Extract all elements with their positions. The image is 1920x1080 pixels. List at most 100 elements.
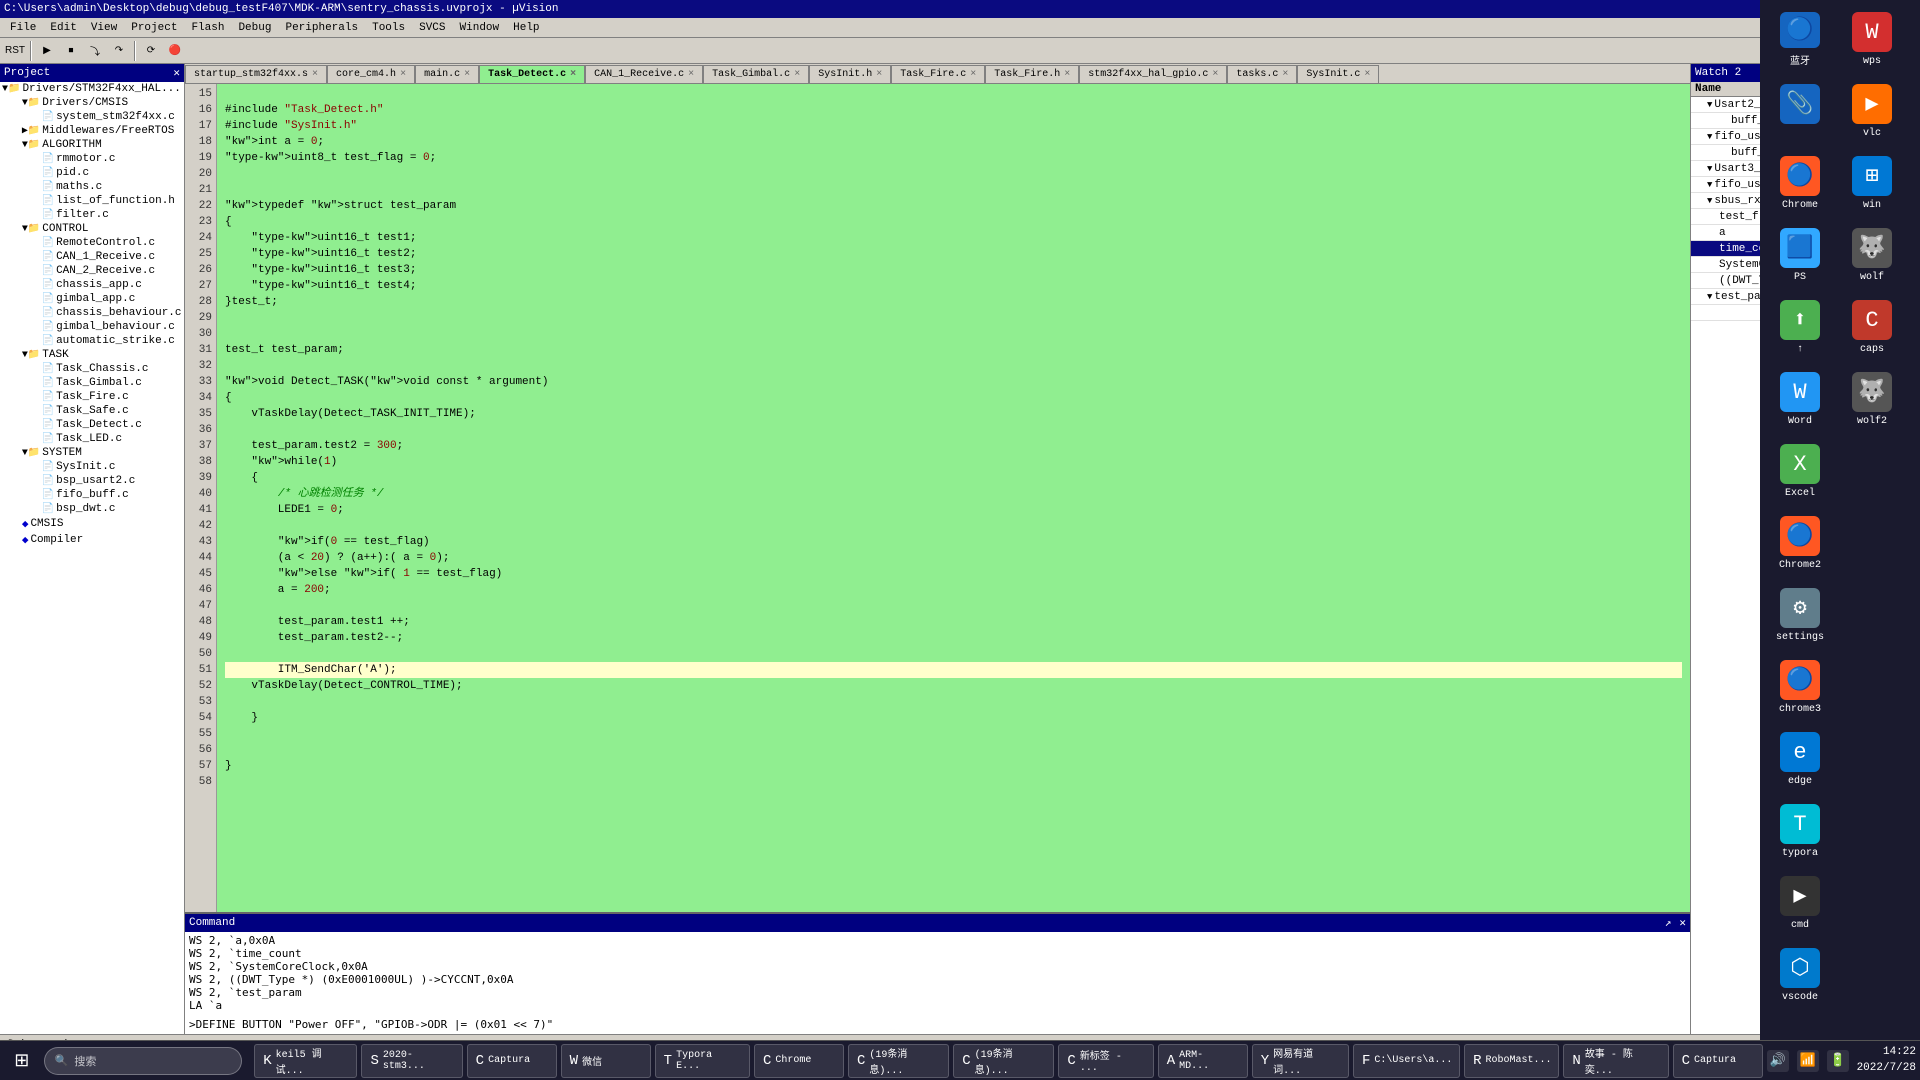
tree-item-pid.c[interactable]: 📄pid.c: [0, 166, 184, 180]
tab-core_cm4-h[interactable]: core_cm4.h×: [327, 65, 415, 83]
tab-Task_Fire-c[interactable]: Task_Fire.c×: [891, 65, 985, 83]
watch-enter-expr[interactable]: [1695, 306, 1703, 320]
toolbar-btn-bp[interactable]: 🔴: [164, 40, 186, 62]
menu-item-debug[interactable]: Debug: [232, 21, 277, 35]
tab-close[interactable]: ×: [876, 69, 882, 80]
tree-item-sysinit.c[interactable]: 📄SysInit.c: [0, 460, 184, 474]
taskbar-app-1[interactable]: S2020-stm3...: [361, 1044, 462, 1078]
menu-item-window[interactable]: Window: [454, 21, 506, 35]
menu-item-file[interactable]: File: [4, 21, 42, 35]
tab-close[interactable]: ×: [400, 69, 406, 80]
desktop-icon-4[interactable]: ⬆ ↑: [1768, 296, 1832, 360]
watch-expand-12[interactable]: ▼: [1707, 292, 1712, 302]
taskbar-app-8[interactable]: C新标签 - ...: [1058, 1044, 1153, 1078]
tab-main-c[interactable]: main.c×: [415, 65, 479, 83]
menu-item-edit[interactable]: Edit: [44, 21, 82, 35]
time-display[interactable]: 14:22 2022/7/28: [1857, 1045, 1916, 1076]
desktop-icon-14[interactable]: W wps: [1840, 8, 1904, 72]
tab-close[interactable]: ×: [1064, 69, 1070, 80]
tree-item-can_2_receive.c[interactable]: 📄CAN_2_Receive.c: [0, 264, 184, 278]
tab-Task_Detect-c[interactable]: Task_Detect.c×: [479, 65, 585, 83]
taskbar-app-10[interactable]: Y网易有道词...: [1252, 1044, 1349, 1078]
tab-Task_Fire-h[interactable]: Task_Fire.h×: [985, 65, 1079, 83]
toolbar-btn-reset[interactable]: ⟳: [140, 40, 162, 62]
tab-close[interactable]: ×: [1212, 69, 1218, 80]
toolbar-btn-stop[interactable]: ⏹: [60, 40, 82, 62]
tab-close[interactable]: ×: [312, 69, 318, 80]
menu-item-flash[interactable]: Flash: [185, 21, 230, 35]
watch-expand-6[interactable]: ▼: [1707, 196, 1712, 206]
tab-close[interactable]: ×: [970, 69, 976, 80]
code-container[interactable]: 1516171819202122232425262728293031323334…: [185, 84, 1690, 912]
tree-item-rmmotor.c[interactable]: 📄rmmotor.c: [0, 152, 184, 166]
desktop-icon-1[interactable]: 📎: [1768, 80, 1832, 144]
desktop-icon-12[interactable]: ▶ cmd: [1768, 872, 1832, 936]
menu-item-svcs[interactable]: SVCS: [413, 21, 451, 35]
tree-item-fifo_buff.c[interactable]: 📄fifo_buff.c: [0, 488, 184, 502]
taskbar-app-14[interactable]: CCaptura: [1673, 1044, 1763, 1078]
tree-item-drivers/stm32f4xx_hal...[interactable]: ▼📁Drivers/STM32F4xx_HAL...: [0, 82, 184, 96]
watch-expand-4[interactable]: ▼: [1707, 164, 1712, 174]
tab-SysInit-c[interactable]: SysInit.c×: [1297, 65, 1379, 83]
desktop-icon-10[interactable]: e edge: [1768, 728, 1832, 792]
desktop-icon-9[interactable]: 🔵 chrome3: [1768, 656, 1832, 720]
taskbar-search[interactable]: 🔍 搜索: [44, 1047, 243, 1075]
tab-close[interactable]: ×: [464, 69, 470, 80]
sys-icon-3[interactable]: 🔋: [1827, 1050, 1849, 1072]
tree-item-automatic_strike.c[interactable]: 📄automatic_strike.c: [0, 334, 184, 348]
menu-item-help[interactable]: Help: [507, 21, 545, 35]
desktop-icon-3[interactable]: 🟦 PS: [1768, 224, 1832, 288]
menu-item-tools[interactable]: Tools: [366, 21, 411, 35]
taskbar-app-7[interactable]: C(19条消息)...: [953, 1044, 1054, 1078]
command-input[interactable]: [185, 1014, 1690, 1034]
desktop-icon-15[interactable]: ▶ vlc: [1840, 80, 1904, 144]
toolbar-btn-step[interactable]: ⤵: [84, 40, 106, 62]
tree-item-middlewares/freertos[interactable]: ▶📁Middlewares/FreeRTOS: [0, 124, 184, 138]
toolbar-btn-run[interactable]: ▶: [36, 40, 58, 62]
desktop-icon-18[interactable]: C caps: [1840, 296, 1904, 360]
taskbar-app-0[interactable]: Kkeil5 调试...: [254, 1044, 357, 1078]
tree-item-system_stm32f4xx.c[interactable]: 📄system_stm32f4xx.c: [0, 110, 184, 124]
tab-SysInit-h[interactable]: SysInit.h×: [809, 65, 891, 83]
taskbar-app-6[interactable]: C(19条消息)...: [848, 1044, 949, 1078]
desktop-icon-13[interactable]: ⬡ vscode: [1768, 944, 1832, 1008]
menu-item-project[interactable]: Project: [125, 21, 183, 35]
desktop-icon-19[interactable]: 🐺 wolf2: [1840, 368, 1904, 432]
code-content[interactable]: #include "Task_Detect.h"#include "SysIni…: [217, 84, 1690, 912]
desktop-icon-17[interactable]: 🐺 wolf: [1840, 224, 1904, 288]
taskbar-app-5[interactable]: CChrome: [754, 1044, 844, 1078]
tree-item-algorithm[interactable]: ▼📁ALGORITHM: [0, 138, 184, 152]
tree-item-gimbal_behaviour.c[interactable]: 📄gimbal_behaviour.c: [0, 320, 184, 334]
project-tree[interactable]: ▼📁Drivers/STM32F4xx_HAL... ▼📁Drivers/CMS…: [0, 82, 184, 1034]
watch-expand-5[interactable]: ▼: [1707, 180, 1712, 190]
tab-close[interactable]: ×: [794, 69, 800, 80]
tree-item-bsp_usart2.c[interactable]: 📄bsp_usart2.c: [0, 474, 184, 488]
toolbar-btn-stepover[interactable]: ↷: [108, 40, 130, 62]
taskbar-app-2[interactable]: CCaptura: [467, 1044, 557, 1078]
tab-close[interactable]: ×: [570, 69, 576, 80]
taskbar-app-9[interactable]: AARM- MD...: [1158, 1044, 1248, 1078]
tree-item-maths.c[interactable]: 📄maths.c: [0, 180, 184, 194]
tab-close[interactable]: ×: [1282, 69, 1288, 80]
desktop-icon-5[interactable]: W Word: [1768, 368, 1832, 432]
tree-item-chassis_app.c[interactable]: 📄chassis_app.c: [0, 278, 184, 292]
toolbar-btn-rst[interactable]: RST: [4, 40, 26, 62]
tree-item-cmsis[interactable]: ◆CMSIS: [0, 516, 184, 532]
desktop-icon-11[interactable]: T typora: [1768, 800, 1832, 864]
desktop-icon-16[interactable]: ⊞ win: [1840, 152, 1904, 216]
start-button[interactable]: ⊞: [4, 1044, 40, 1078]
desktop-icon-6[interactable]: X Excel: [1768, 440, 1832, 504]
tree-item-task[interactable]: ▼📁TASK: [0, 348, 184, 362]
tree-item-remotecontrol.c[interactable]: 📄RemoteControl.c: [0, 236, 184, 250]
menu-item-peripherals[interactable]: Peripherals: [279, 21, 364, 35]
tab-stm32f4xx_hal_gpio-c[interactable]: stm32f4xx_hal_gpio.c×: [1079, 65, 1227, 83]
tree-item-task_gimbal.c[interactable]: 📄Task_Gimbal.c: [0, 376, 184, 390]
sys-icon-1[interactable]: 🔊: [1767, 1050, 1789, 1072]
tree-item-compiler[interactable]: ◆Compiler: [0, 532, 184, 548]
tab-close[interactable]: ×: [688, 69, 694, 80]
tab-tasks-c[interactable]: tasks.c×: [1227, 65, 1297, 83]
tab-CAN_1_Receive-c[interactable]: CAN_1_Receive.c×: [585, 65, 703, 83]
tab-close[interactable]: ×: [1364, 69, 1370, 80]
tree-item-filter.c[interactable]: 📄filter.c: [0, 208, 184, 222]
watch-expand-2[interactable]: ▼: [1707, 132, 1712, 142]
